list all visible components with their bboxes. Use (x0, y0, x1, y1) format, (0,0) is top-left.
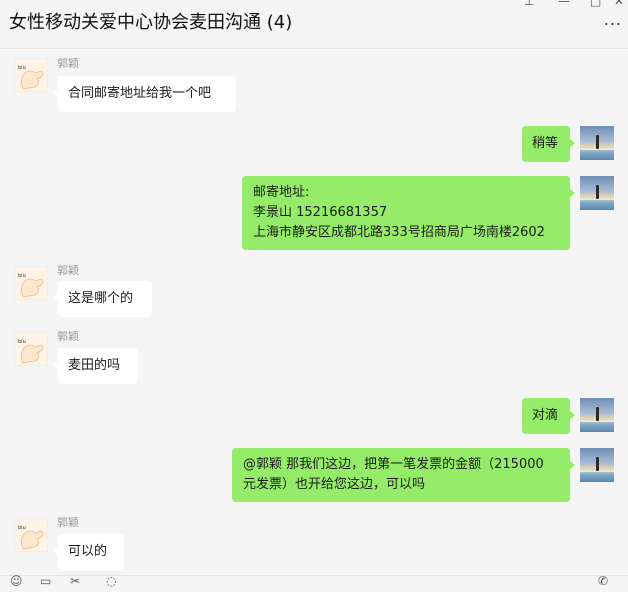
sender-name: 郭颖 (57, 264, 79, 277)
svg-text:biu: biu (18, 339, 26, 345)
folder-icon[interactable]: ▭ (40, 574, 51, 588)
avatar[interactable] (580, 126, 614, 160)
message-line: 李景山 15216681357 (253, 205, 388, 220)
message-line: 上海市静安区成都北路333号招商局广场南楼2602 (253, 225, 545, 240)
message-line: @郭颖 那我们这边，把第一笔发票的金额（215000 (243, 457, 544, 472)
chat-title: 女性移动关爱中心协会麦田沟通 (4) (9, 12, 293, 33)
more-options-icon[interactable]: ... (604, 10, 622, 29)
minimize-icon[interactable]: — (558, 0, 570, 8)
sender-name: 郭颖 (57, 330, 79, 343)
emoji-icon[interactable]: ☺ (10, 574, 23, 588)
message-line: 邮寄地址: (253, 185, 310, 200)
message-bubble: 对滴 (522, 398, 575, 434)
chat-header: 女性移动关爱中心协会麦田沟通 (4) ⊥ — □ ✕ ... (0, 0, 628, 49)
voice-call-icon[interactable]: ✆ (598, 574, 608, 588)
avatar[interactable]: biu (14, 266, 48, 300)
avatar[interactable] (580, 398, 614, 432)
message-bubble: 这是哪个的 (53, 281, 152, 317)
message-bubble: 合同邮寄地址给我一个吧 (53, 76, 236, 112)
message-bubble: @郭颖 那我们这边，把第一笔发票的金额（215000 元发票）也开给您这边，可以… (232, 448, 575, 502)
close-icon[interactable]: ✕ (614, 0, 624, 8)
avatar[interactable]: biu (14, 332, 48, 366)
chat-history-icon[interactable]: ◌ (106, 574, 116, 588)
sender-name: 郭颖 (57, 516, 79, 529)
avatar[interactable]: biu (14, 58, 48, 92)
message-bubble: 稍等 (522, 126, 575, 162)
avatar[interactable] (580, 448, 614, 482)
sender-name: 郭颖 (57, 57, 79, 70)
message-line: 元发票）也开给您这边，可以吗 (243, 477, 426, 492)
pin-icon[interactable]: ⊥ (524, 0, 534, 8)
svg-text:biu: biu (18, 65, 26, 71)
avatar[interactable] (580, 176, 614, 210)
input-toolbar: ☺ ▭ ✂ ◌ ✆ (0, 574, 628, 592)
message-bubble: 可以的 (53, 534, 124, 570)
svg-text:biu: biu (18, 525, 26, 531)
maximize-icon[interactable]: □ (590, 0, 601, 8)
svg-text:biu: biu (18, 273, 26, 279)
scissors-icon[interactable]: ✂ (70, 574, 80, 588)
message-bubble: 麦田的吗 (53, 348, 138, 384)
message-bubble: 邮寄地址: 李景山 15216681357 上海市静安区成都北路333号招商局广… (242, 176, 575, 250)
avatar[interactable]: biu (14, 518, 48, 552)
